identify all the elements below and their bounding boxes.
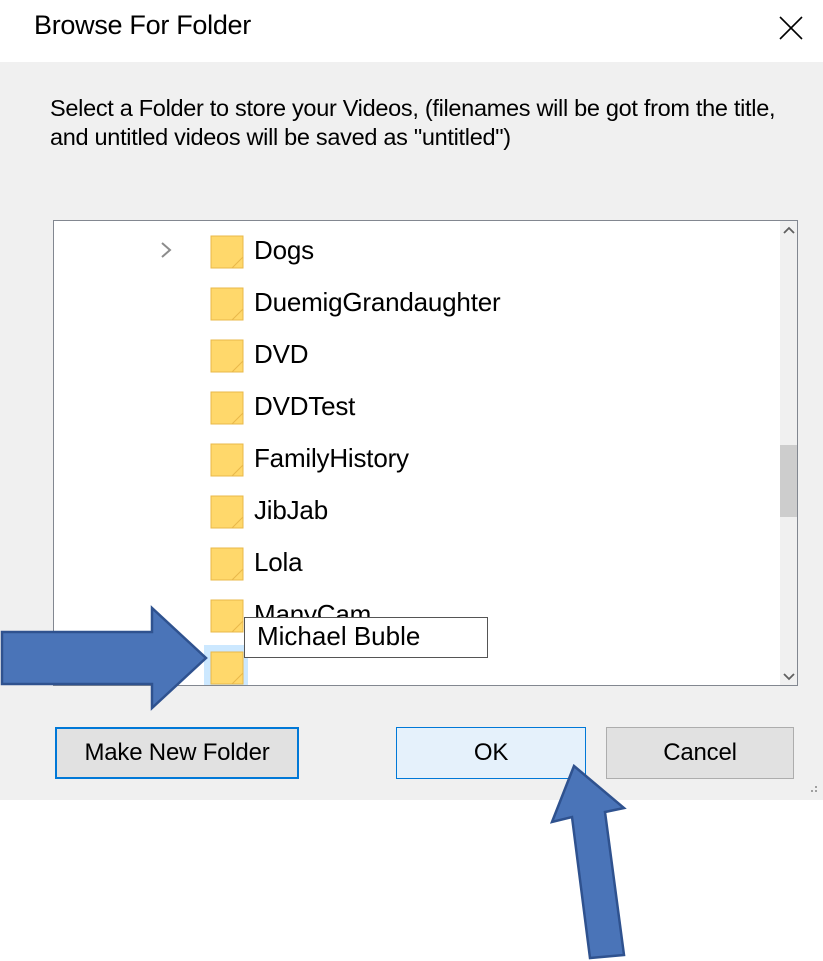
folder-icon (210, 235, 244, 269)
tree-item[interactable]: DVD (54, 331, 781, 383)
tree-item[interactable]: DVDTest (54, 383, 781, 435)
folder-icon (210, 339, 244, 373)
tree-item-label: DVD (254, 339, 309, 369)
resize-grip-icon[interactable] (805, 780, 819, 794)
up-arrow-icon (549, 763, 627, 960)
expand-chevron-icon[interactable] (159, 239, 179, 263)
folder-icon (210, 287, 244, 321)
vertical-scrollbar[interactable] (780, 221, 797, 685)
folder-icon (210, 391, 244, 425)
tree-item-label: Lola (254, 547, 303, 577)
folder-name-edit-field[interactable]: Michael Buble (244, 617, 488, 658)
close-button[interactable] (759, 0, 823, 56)
folder-icon (210, 443, 244, 477)
instruction-text: Select a Folder to store your Videos, (f… (50, 95, 776, 150)
scroll-down-button[interactable] (780, 668, 797, 685)
scroll-thumb[interactable] (780, 445, 797, 517)
folder-icon (210, 651, 244, 685)
tree-item[interactable]: Dogs (54, 227, 781, 279)
make-new-folder-button[interactable]: Make New Folder (55, 727, 299, 779)
tree-item-label: FamilyHistory (254, 443, 409, 473)
tree-item-label: JibJab (254, 495, 328, 525)
tree-item[interactable]: JibJab (54, 487, 781, 539)
tree-item[interactable]: Lola (54, 539, 781, 591)
window-title: Browse For Folder (34, 10, 251, 40)
tree-item[interactable]: DuemigGrandaughter (54, 279, 781, 331)
title-bar: Browse For Folder (0, 0, 823, 62)
folder-icon (210, 599, 244, 633)
right-arrow-icon (0, 605, 208, 711)
close-icon (779, 16, 803, 40)
folder-icon (210, 547, 244, 581)
chevron-down-icon (782, 672, 795, 680)
tree-item-label: DVDTest (254, 391, 356, 421)
tree-item-label: Dogs (254, 235, 314, 265)
folder-icon (210, 495, 244, 529)
scroll-up-button[interactable] (780, 221, 797, 238)
tree-item-label: DuemigGrandaughter (254, 287, 501, 317)
chevron-up-icon (782, 226, 795, 234)
tree-item[interactable]: FamilyHistory (54, 435, 781, 487)
